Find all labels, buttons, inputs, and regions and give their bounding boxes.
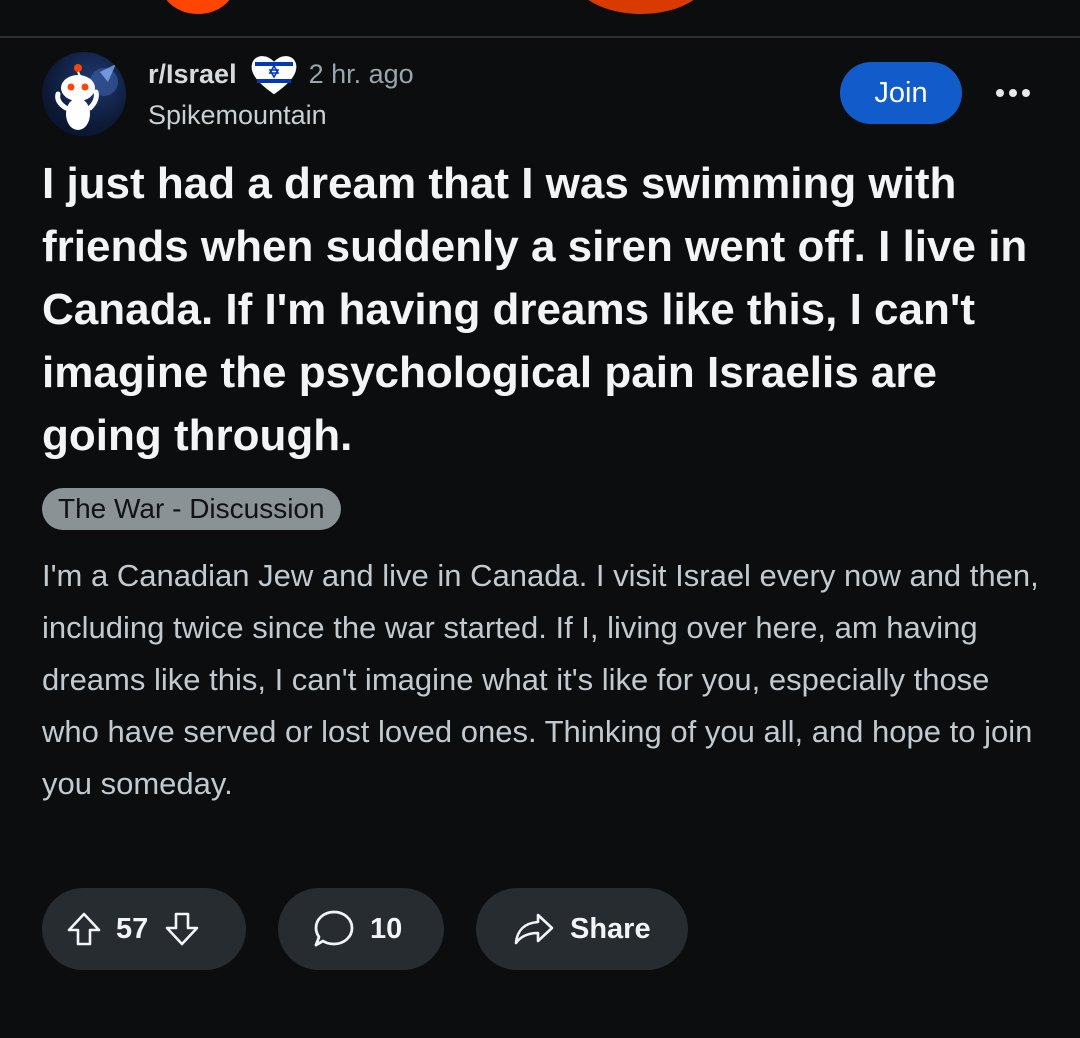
author-name[interactable]: Spikemountain (148, 100, 327, 131)
subreddit-name[interactable]: r/Israel (148, 59, 237, 90)
subreddit-avatar[interactable] (42, 52, 126, 136)
post-flair[interactable]: The War - Discussion (42, 488, 341, 530)
post-body: I'm a Canadian Jew and live in Canada. I… (42, 558, 1039, 801)
dot (1022, 89, 1030, 97)
vote-score: 57 (116, 912, 149, 945)
comment-bubble-icon (314, 910, 354, 947)
share-label: Share (570, 912, 651, 945)
nav-button-remnant[interactable] (574, 0, 708, 14)
dot (996, 89, 1004, 97)
snoo-avatar-icon (55, 64, 118, 130)
dot (1009, 89, 1017, 97)
heart-israel-flag-icon (251, 56, 296, 95)
reddit-logo-icon[interactable] (160, 0, 236, 14)
share-arrow-icon (514, 913, 554, 945)
top-nav-remnant (0, 0, 1080, 36)
post-title[interactable]: I just had a dream that I was swimming w… (42, 152, 1052, 467)
comment-count: 10 (370, 912, 403, 945)
vote-bar: 57 (42, 888, 246, 970)
post-meta: r/Israel 2 hr. ago (148, 54, 414, 95)
post-time: 2 hr. ago (308, 58, 414, 89)
downvote-arrow-icon[interactable] (162, 909, 202, 949)
divider (0, 36, 1080, 38)
share-button[interactable]: Share (476, 888, 688, 970)
more-options-icon[interactable] (988, 76, 1038, 110)
upvote-arrow-icon[interactable] (64, 909, 104, 949)
join-button[interactable]: Join (840, 62, 962, 124)
comments-button[interactable]: 10 (278, 888, 444, 970)
